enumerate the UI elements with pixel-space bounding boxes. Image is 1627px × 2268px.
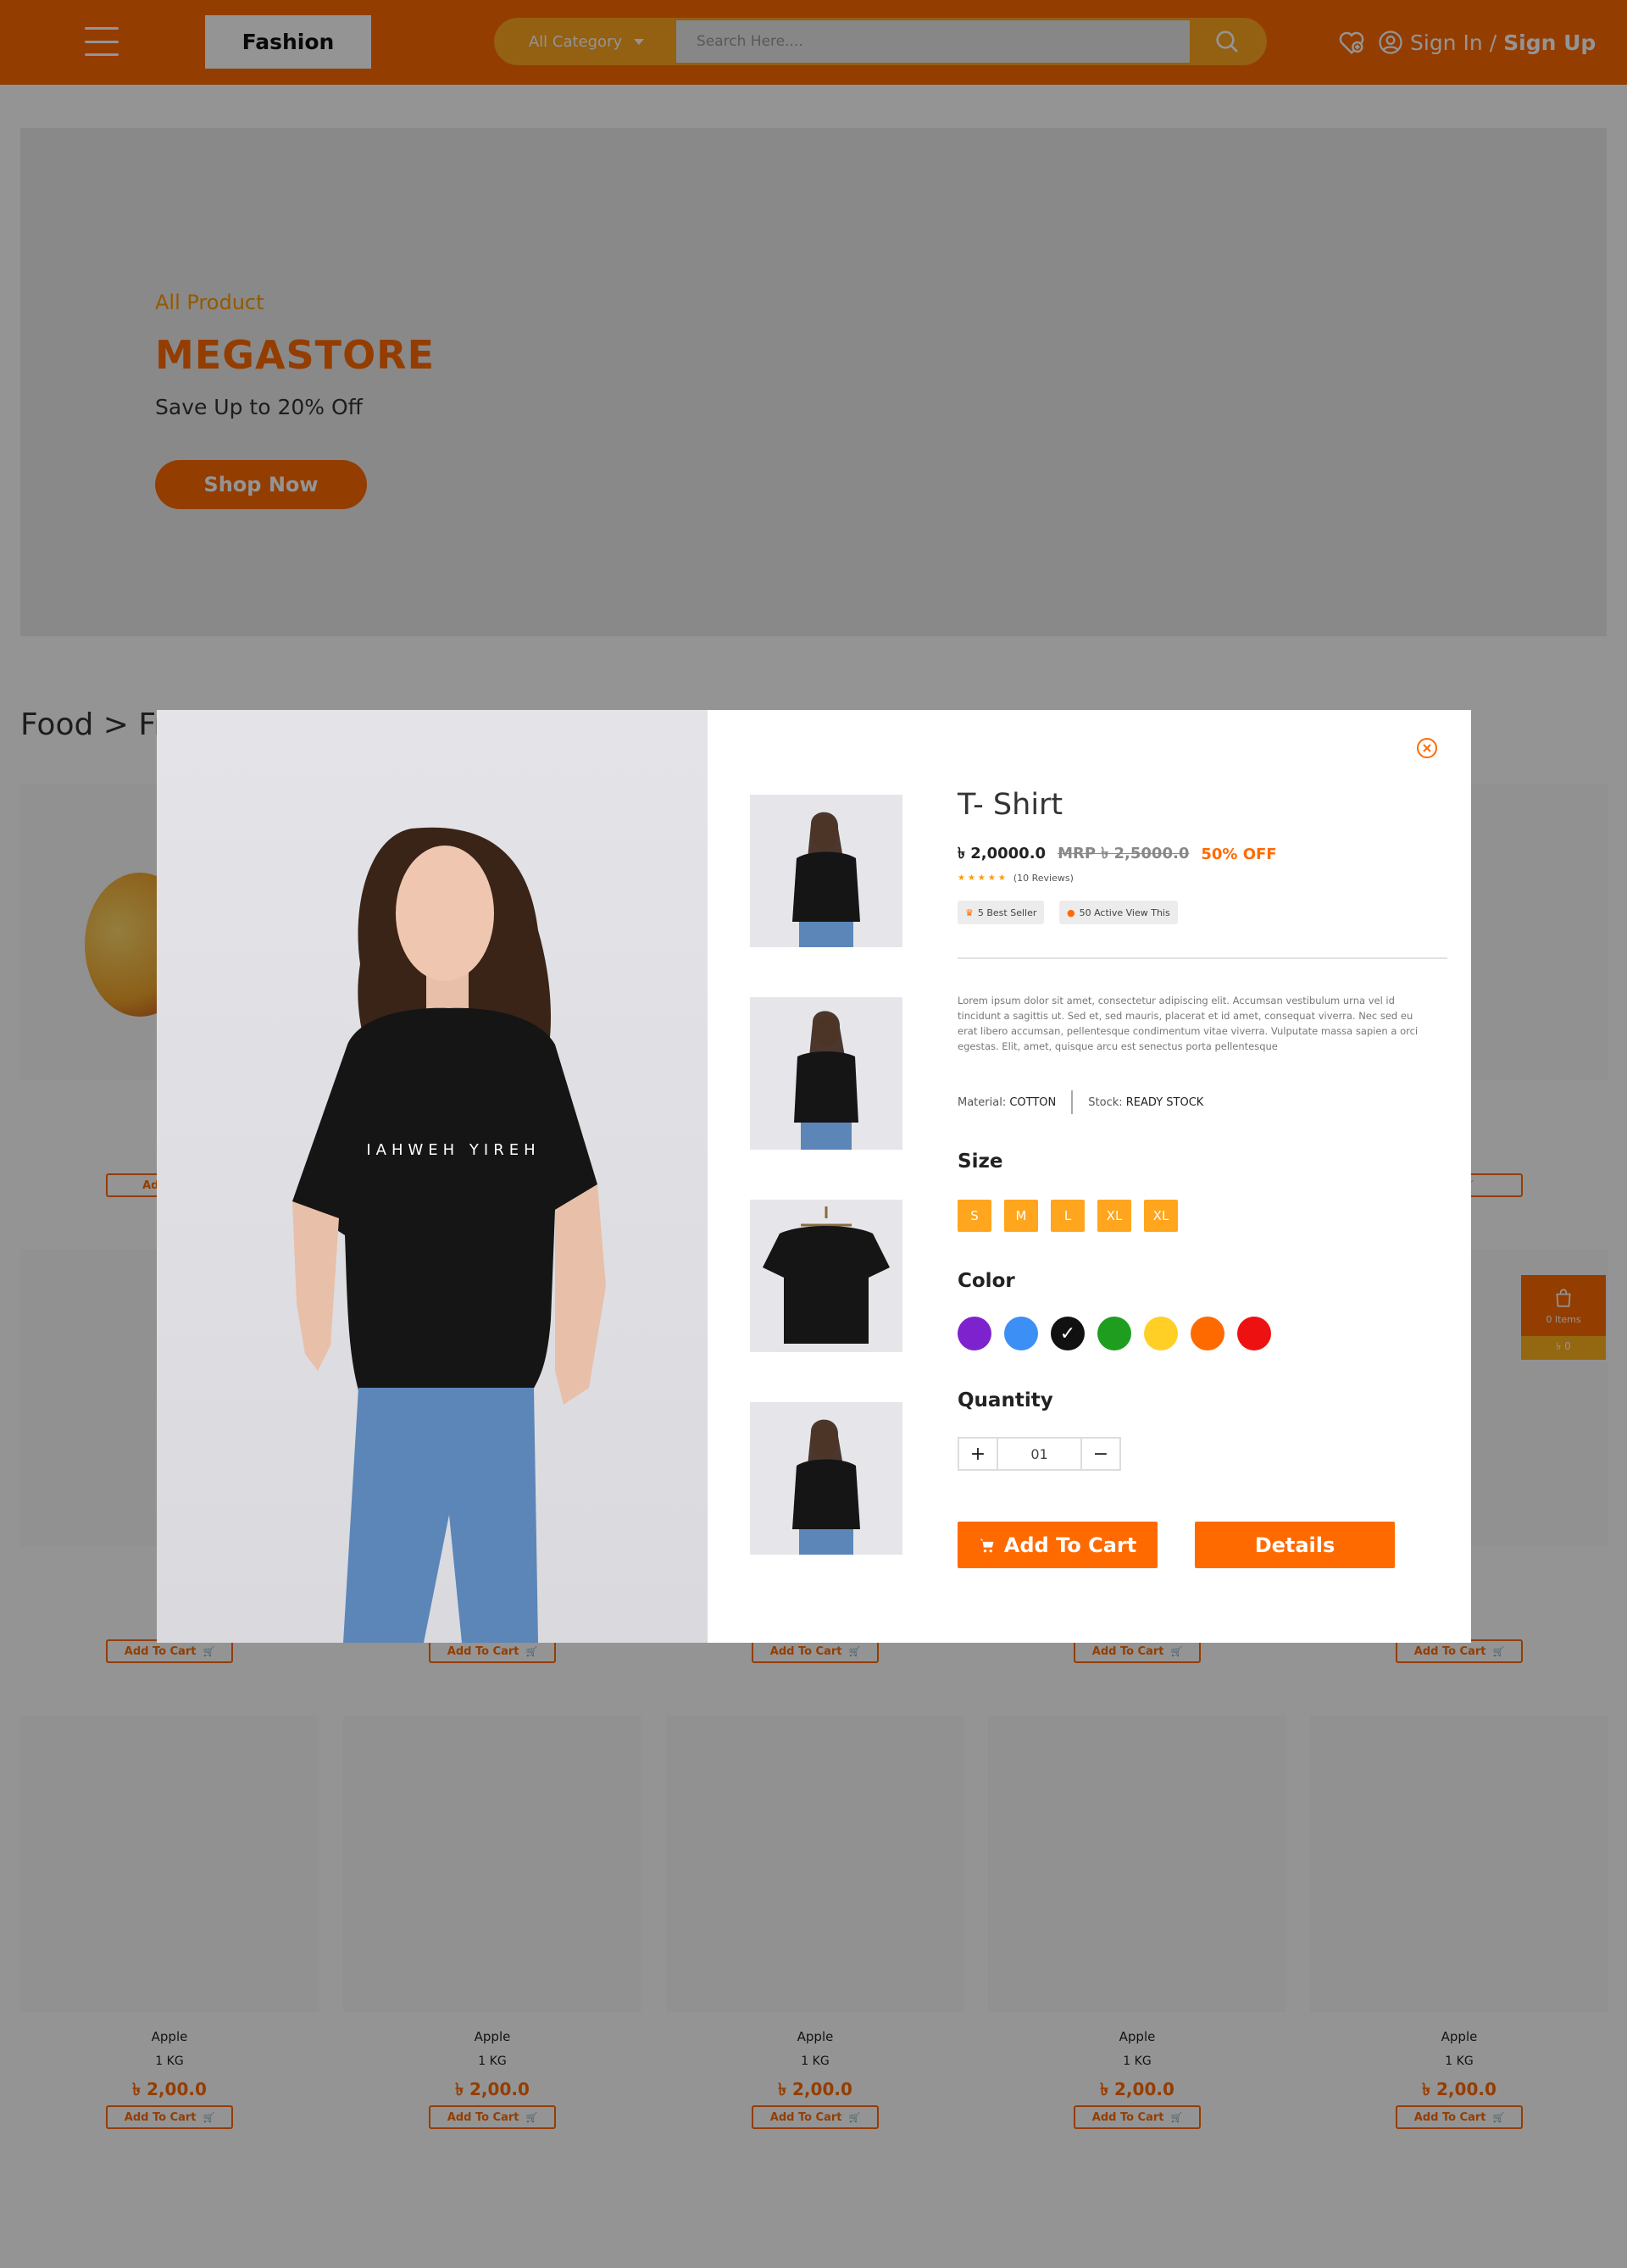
product-thumbnail[interactable]	[750, 997, 902, 1150]
minus-button[interactable]: −	[1082, 1439, 1119, 1469]
quantity-value[interactable]: 01	[997, 1439, 1082, 1469]
award-icon: ♛	[965, 907, 974, 918]
meta-divider	[1071, 1090, 1074, 1114]
stock-info: Stock: READY STOCK	[1088, 1096, 1203, 1109]
active-viewers-badge: ● 50 Active View This	[1059, 901, 1178, 924]
cart-icon	[980, 1539, 994, 1552]
product-thumbnail[interactable]	[750, 1402, 902, 1555]
best-seller-badge: ♛ 5 Best Seller	[958, 901, 1045, 924]
product-mrp: MRP ৳ 2,5000.0	[1058, 845, 1190, 862]
person-icon: ●	[1067, 907, 1075, 918]
rating-stars-icon: ★★★★★	[958, 873, 1008, 883]
color-swatch[interactable]	[1237, 1317, 1271, 1350]
stock-value: READY STOCK	[1125, 1095, 1204, 1109]
plus-button[interactable]: +	[959, 1439, 997, 1469]
material-label: Material:	[958, 1095, 1007, 1109]
review-count[interactable]: (10 Reviews)	[1013, 873, 1074, 884]
quantity-stepper: + 01 −	[958, 1437, 1121, 1471]
product-thumbnail[interactable]	[750, 795, 902, 947]
quantity-heading: Quantity	[958, 1389, 1053, 1411]
color-swatch[interactable]	[1144, 1317, 1178, 1350]
size-option[interactable]: XL	[1144, 1200, 1178, 1232]
color-options: ✓	[958, 1317, 1271, 1350]
product-quick-view-modal: IAHWEH YIREH T- Shirt ৳ 2,0000.0 MRP ৳ 2…	[157, 710, 1471, 1643]
material-info: Material: COTTON	[958, 1096, 1056, 1109]
best-seller-text: 5 Best Seller	[977, 907, 1037, 918]
product-meta: Material: COTTON Stock: READY STOCK	[958, 1090, 1203, 1114]
material-value: COTTON	[1009, 1095, 1057, 1109]
color-heading: Color	[958, 1270, 1015, 1292]
product-pricing: ৳ 2,0000.0 MRP ৳ 2,5000.0 50% OFF	[958, 841, 1277, 868]
shirt-print-text: IAHWEH YIREH	[366, 1141, 540, 1159]
product-thumbnail[interactable]	[750, 1200, 902, 1352]
close-modal-icon[interactable]	[1416, 737, 1438, 759]
color-swatch[interactable]	[1097, 1317, 1131, 1350]
divider	[958, 957, 1447, 959]
product-rating: ★★★★★ (10 Reviews)	[958, 873, 1074, 884]
stock-label: Stock:	[1088, 1095, 1123, 1109]
discount-label: 50% OFF	[1201, 846, 1277, 863]
size-option[interactable]: S	[958, 1200, 991, 1232]
color-swatch[interactable]	[1191, 1317, 1224, 1350]
product-price: ৳ 2,0000.0	[958, 845, 1047, 862]
check-icon: ✓	[1059, 1323, 1076, 1345]
color-swatch[interactable]: ✓	[1051, 1317, 1085, 1350]
color-swatch[interactable]	[1004, 1317, 1038, 1350]
color-swatch[interactable]	[958, 1317, 991, 1350]
active-viewers-text: 50 Active View This	[1079, 907, 1170, 918]
size-heading: Size	[958, 1151, 1003, 1173]
size-option[interactable]: M	[1004, 1200, 1038, 1232]
details-button[interactable]: Details	[1195, 1522, 1395, 1568]
size-option[interactable]: XL	[1097, 1200, 1131, 1232]
product-description: Lorem ipsum dolor sit amet, consectetur …	[958, 995, 1419, 1052]
add-to-cart-button[interactable]: Add To Cart	[958, 1522, 1158, 1568]
add-to-cart-label: Add To Cart	[1003, 1533, 1137, 1557]
product-main-image: IAHWEH YIREH	[157, 710, 708, 1643]
size-options: S M L XL XL	[958, 1200, 1178, 1232]
size-option[interactable]: L	[1051, 1200, 1085, 1232]
product-title: T- Shirt	[958, 788, 1063, 822]
